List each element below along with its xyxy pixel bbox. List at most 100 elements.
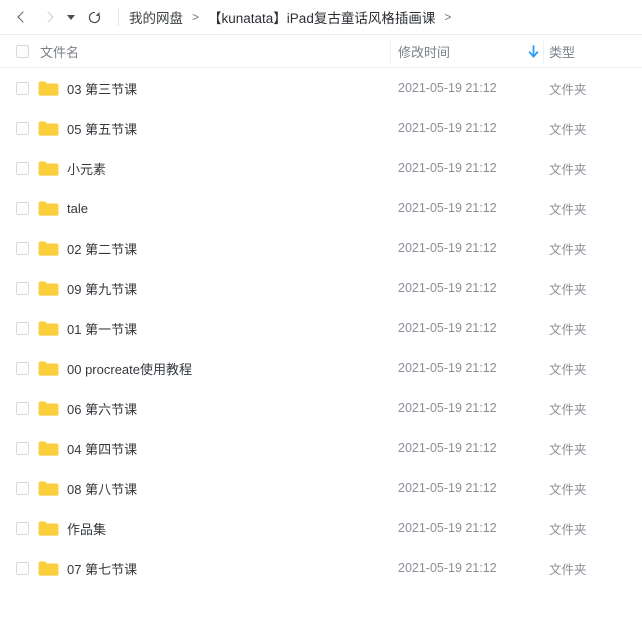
file-name[interactable]: 05 第五节课 <box>67 119 137 138</box>
back-button[interactable] <box>8 4 34 30</box>
row-checkbox[interactable] <box>16 441 29 455</box>
row-checkbox[interactable] <box>16 521 29 535</box>
table-row[interactable]: 小元素 2021-05-19 21:12 文件夹 <box>0 148 642 188</box>
column-header-type[interactable]: 类型 <box>549 35 575 67</box>
header-divider-type <box>543 39 544 63</box>
row-checkbox[interactable] <box>16 321 29 335</box>
row-select-cell <box>16 388 32 428</box>
file-modified-time: 2021-05-19 21:12 <box>398 401 497 415</box>
row-name-cell: 06 第六节课 <box>38 388 137 428</box>
breadcrumb-current[interactable]: 【kunatata】iPad复古童话风格插画课 <box>208 7 435 27</box>
row-checkbox[interactable] <box>16 481 29 495</box>
row-checkbox[interactable] <box>16 161 29 175</box>
row-checkbox[interactable] <box>16 121 29 135</box>
row-select-cell <box>16 228 32 268</box>
column-header-time[interactable]: 修改时间 <box>398 35 450 67</box>
table-row[interactable]: 07 第七节课 2021-05-19 21:12 文件夹 <box>0 548 642 588</box>
history-dropdown-button[interactable] <box>62 4 80 30</box>
file-modified-time: 2021-05-19 21:12 <box>398 81 497 95</box>
row-checkbox[interactable] <box>16 81 29 95</box>
refresh-icon <box>88 11 100 23</box>
file-type: 文件夹 <box>549 402 587 417</box>
breadcrumb-root[interactable]: 我的网盘 <box>129 7 183 27</box>
file-type: 文件夹 <box>549 162 587 177</box>
file-type: 文件夹 <box>549 242 587 257</box>
row-select-cell <box>16 428 32 468</box>
file-name[interactable]: 01 第一节课 <box>67 319 137 338</box>
row-name-cell: 02 第二节课 <box>38 228 137 268</box>
row-checkbox[interactable] <box>16 401 29 415</box>
table-row[interactable]: 08 第八节课 2021-05-19 21:12 文件夹 <box>0 468 642 508</box>
table-row[interactable]: 03 第三节课 2021-05-19 21:12 文件夹 <box>0 68 642 108</box>
file-name[interactable]: 作品集 <box>67 519 106 538</box>
file-name[interactable]: 小元素 <box>67 159 106 178</box>
refresh-button[interactable] <box>82 4 106 30</box>
row-select-cell <box>16 468 32 508</box>
file-name[interactable]: 08 第八节课 <box>67 479 137 498</box>
table-row[interactable]: 09 第九节课 2021-05-19 21:12 文件夹 <box>0 268 642 308</box>
table-row[interactable]: 04 第四节课 2021-05-19 21:12 文件夹 <box>0 428 642 468</box>
folder-icon <box>38 441 59 456</box>
arrow-down-icon <box>528 44 539 57</box>
file-name[interactable]: 02 第二节课 <box>67 239 137 258</box>
folder-icon <box>38 161 59 176</box>
file-name[interactable]: tale <box>67 201 88 216</box>
table-row[interactable]: 06 第六节课 2021-05-19 21:12 文件夹 <box>0 388 642 428</box>
header-divider-time <box>390 39 391 63</box>
row-select-cell <box>16 348 32 388</box>
chevron-right-icon <box>41 11 54 23</box>
folder-icon <box>38 561 59 576</box>
breadcrumb: 我的网盘 > 【kunatata】iPad复古童话风格插画课 > <box>129 7 460 27</box>
table-row[interactable]: 02 第二节课 2021-05-19 21:12 文件夹 <box>0 228 642 268</box>
table-row[interactable]: 01 第一节课 2021-05-19 21:12 文件夹 <box>0 308 642 348</box>
row-checkbox[interactable] <box>16 241 29 255</box>
file-type: 文件夹 <box>549 82 587 97</box>
table-row[interactable]: 00 procreate使用教程 2021-05-19 21:12 文件夹 <box>0 348 642 388</box>
chevron-left-icon <box>16 11 29 23</box>
folder-icon <box>38 81 59 96</box>
file-list: 文件名 修改时间 类型 03 第三节课 2021-05-19 21:12 文件夹 05… <box>0 35 642 588</box>
file-name[interactable]: 07 第七节课 <box>67 559 137 578</box>
toolbar-divider <box>118 8 119 26</box>
row-checkbox[interactable] <box>16 561 29 575</box>
file-modified-time: 2021-05-19 21:12 <box>398 241 497 255</box>
file-modified-time: 2021-05-19 21:12 <box>398 361 497 375</box>
row-select-cell <box>16 548 32 588</box>
file-modified-time: 2021-05-19 21:12 <box>398 281 497 295</box>
table-row[interactable]: 05 第五节课 2021-05-19 21:12 文件夹 <box>0 108 642 148</box>
toolbar: 我的网盘 > 【kunatata】iPad复古童话风格插画课 > <box>0 0 642 35</box>
row-select-cell <box>16 108 32 148</box>
file-name[interactable]: 06 第六节课 <box>67 399 137 418</box>
select-all-cell <box>16 35 32 67</box>
sort-indicator[interactable] <box>528 35 539 67</box>
column-header-name[interactable]: 文件名 <box>40 35 79 67</box>
file-name[interactable]: 09 第九节课 <box>67 279 137 298</box>
folder-icon <box>38 281 59 296</box>
row-checkbox[interactable] <box>16 281 29 295</box>
row-select-cell <box>16 68 32 108</box>
file-name[interactable]: 00 procreate使用教程 <box>67 359 192 378</box>
file-modified-time: 2021-05-19 21:12 <box>398 441 497 455</box>
row-checkbox[interactable] <box>16 361 29 375</box>
row-name-cell: 01 第一节课 <box>38 308 137 348</box>
row-name-cell: 00 procreate使用教程 <box>38 348 192 388</box>
forward-button[interactable] <box>36 4 62 30</box>
file-modified-time: 2021-05-19 21:12 <box>398 121 497 135</box>
file-name[interactable]: 04 第四节课 <box>67 439 137 458</box>
row-select-cell <box>16 268 32 308</box>
row-checkbox[interactable] <box>16 201 29 215</box>
folder-icon <box>38 401 59 416</box>
file-type: 文件夹 <box>549 202 587 217</box>
folder-icon <box>38 201 59 216</box>
row-name-cell: tale <box>38 188 88 228</box>
select-all-checkbox[interactable] <box>16 44 29 58</box>
file-type: 文件夹 <box>549 562 587 577</box>
file-name[interactable]: 03 第三节课 <box>67 79 137 98</box>
row-select-cell <box>16 508 32 548</box>
folder-icon <box>38 321 59 336</box>
row-name-cell: 08 第八节课 <box>38 468 137 508</box>
file-modified-time: 2021-05-19 21:12 <box>398 521 497 535</box>
table-row[interactable]: tale 2021-05-19 21:12 文件夹 <box>0 188 642 228</box>
file-type: 文件夹 <box>549 322 587 337</box>
table-row[interactable]: 作品集 2021-05-19 21:12 文件夹 <box>0 508 642 548</box>
